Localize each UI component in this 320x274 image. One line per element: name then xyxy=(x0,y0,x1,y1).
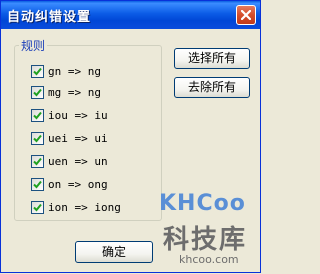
rule-label: mg => ng xyxy=(48,85,101,99)
auto-correct-settings-dialog: 自动纠错设置 规则 gn => ng mg => ng iou => iu ue… xyxy=(0,0,261,273)
rule-label: iou => iu xyxy=(48,108,108,122)
rule-label: gn => ng xyxy=(48,64,101,78)
window-title: 自动纠错设置 xyxy=(7,10,92,25)
rule-label: on => ong xyxy=(48,177,108,191)
rule-checkbox[interactable] xyxy=(31,85,44,99)
watermark-name: 科技库 xyxy=(163,225,248,255)
rule-checkbox[interactable] xyxy=(31,200,44,214)
close-button[interactable] xyxy=(236,5,256,25)
checkmark-icon xyxy=(33,88,42,96)
rule-checkbox[interactable] xyxy=(31,108,44,122)
rule-item-mg[interactable]: mg => ng xyxy=(31,84,101,100)
rule-checkbox[interactable] xyxy=(31,131,44,145)
remove-all-button[interactable]: 去除所有 xyxy=(174,77,250,98)
watermark: KHCoo 科技库 khcoo.com xyxy=(141,189,262,274)
checkmark-icon xyxy=(33,134,42,142)
rule-item-uen[interactable]: uen => un xyxy=(31,153,108,169)
rules-group-label: 规则 xyxy=(19,37,48,54)
checkmark-icon xyxy=(33,180,42,188)
rule-item-gn[interactable]: gn => ng xyxy=(31,63,101,79)
rule-label: ion => iong xyxy=(48,200,121,214)
rule-item-on[interactable]: on => ong xyxy=(31,176,108,192)
watermark-logo: KHCoo xyxy=(159,191,246,216)
rule-checkbox[interactable] xyxy=(31,64,44,78)
rule-item-ion[interactable]: ion => iong xyxy=(31,199,121,215)
title-bar[interactable]: 自动纠错设置 xyxy=(1,1,260,29)
rule-checkbox[interactable] xyxy=(31,154,44,168)
rule-item-uei[interactable]: uei => ui xyxy=(31,130,108,146)
rule-item-iou[interactable]: iou => iu xyxy=(31,107,108,123)
rule-label: uen => un xyxy=(48,154,108,168)
checkmark-icon xyxy=(33,111,42,119)
watermark-url: khcoo.com xyxy=(179,253,239,266)
checkmark-icon xyxy=(33,157,42,165)
checkmark-icon xyxy=(33,203,42,211)
rule-label: uei => ui xyxy=(48,131,108,145)
close-icon xyxy=(241,10,251,20)
checkmark-icon xyxy=(33,67,42,75)
select-all-button[interactable]: 选择所有 xyxy=(174,48,250,69)
rule-checkbox[interactable] xyxy=(31,177,44,191)
